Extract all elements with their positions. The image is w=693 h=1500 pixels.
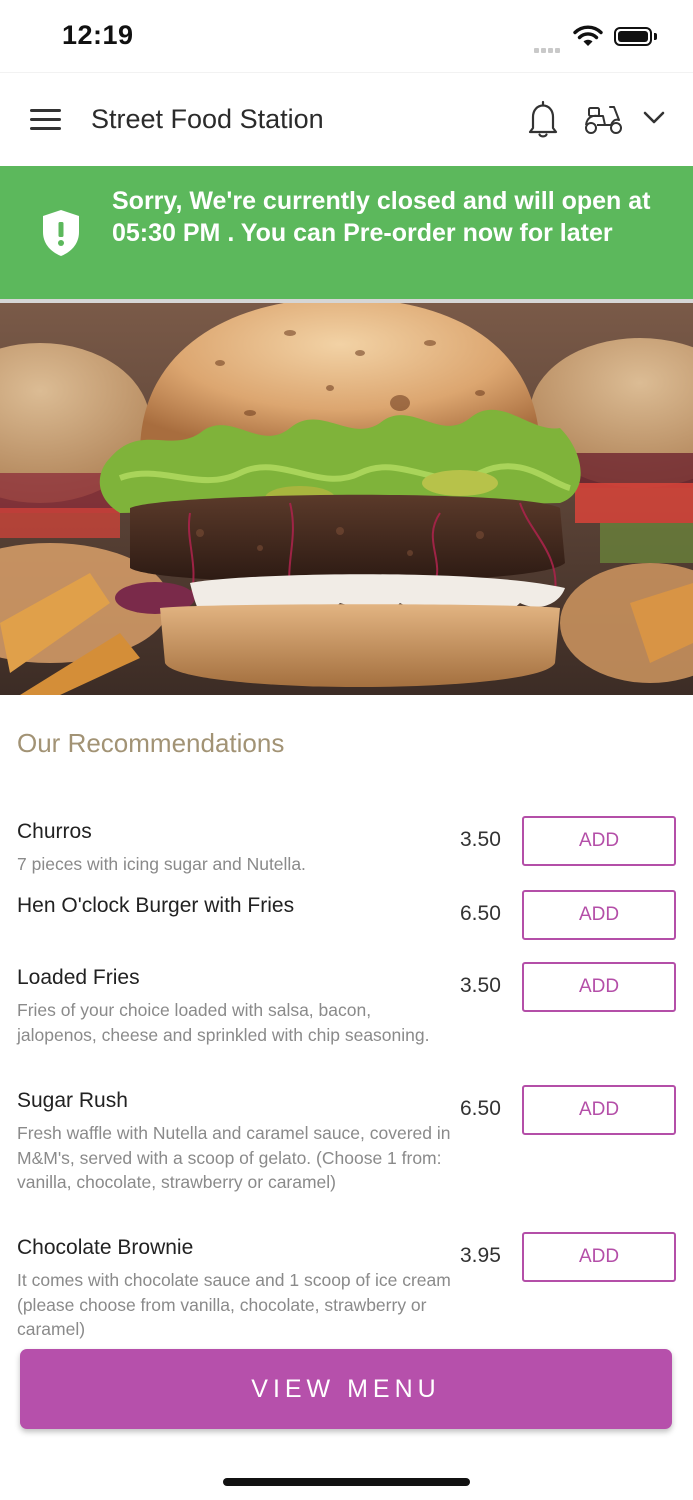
chevron-down-icon[interactable] xyxy=(643,111,665,125)
add-button[interactable]: ADD xyxy=(522,816,676,866)
status-bar: 12:19 xyxy=(0,0,693,72)
item-name: Churros xyxy=(17,820,92,843)
store-title: Street Food Station xyxy=(91,104,324,134)
item-price: 3.95 xyxy=(460,1244,501,1267)
scooter-icon[interactable] xyxy=(583,103,625,137)
item-price: 3.50 xyxy=(460,974,501,997)
recommendations-title: Our Recommendations xyxy=(17,728,285,758)
home-indicator[interactable] xyxy=(223,1478,470,1486)
status-time: 12:19 xyxy=(62,20,134,50)
add-button[interactable]: ADD xyxy=(522,962,676,1012)
item-price: 3.50 xyxy=(460,828,501,851)
item-name: Loaded Fries xyxy=(17,966,140,989)
menu-icon[interactable] xyxy=(30,109,61,131)
add-button[interactable]: ADD xyxy=(522,890,676,940)
battery-tip xyxy=(654,33,657,40)
item-description: 7 pieces with icing sugar and Nutella. xyxy=(17,854,306,874)
wifi-icon xyxy=(573,25,603,46)
item-price: 6.50 xyxy=(460,902,501,925)
shield-alert-icon xyxy=(43,210,79,256)
item-name: Sugar Rush xyxy=(17,1089,128,1112)
closed-notice-banner: Sorry, We're currently closed and will o… xyxy=(0,166,693,303)
view-menu-button[interactable]: VIEW MENU xyxy=(20,1349,672,1429)
add-button[interactable]: ADD xyxy=(522,1232,676,1282)
item-description: Fresh waffle with Nutella and caramel sa… xyxy=(17,1123,451,1192)
bell-icon[interactable] xyxy=(525,99,561,139)
hero-burger-image xyxy=(0,303,693,695)
battery-icon xyxy=(614,27,652,46)
item-price: 6.50 xyxy=(460,1097,501,1120)
app-header: Street Food Station xyxy=(0,72,693,167)
add-button[interactable]: ADD xyxy=(522,1085,676,1135)
signal-icon xyxy=(534,40,562,58)
item-description: It comes with chocolate sauce and 1 scoo… xyxy=(17,1270,451,1339)
closed-notice-text: Sorry, We're currently closed and will o… xyxy=(112,187,651,247)
item-name: Chocolate Brownie xyxy=(17,1236,194,1259)
item-name: Hen O'clock Burger with Fries xyxy=(17,894,295,917)
item-description: Fries of your choice loaded with salsa, … xyxy=(17,1000,430,1045)
